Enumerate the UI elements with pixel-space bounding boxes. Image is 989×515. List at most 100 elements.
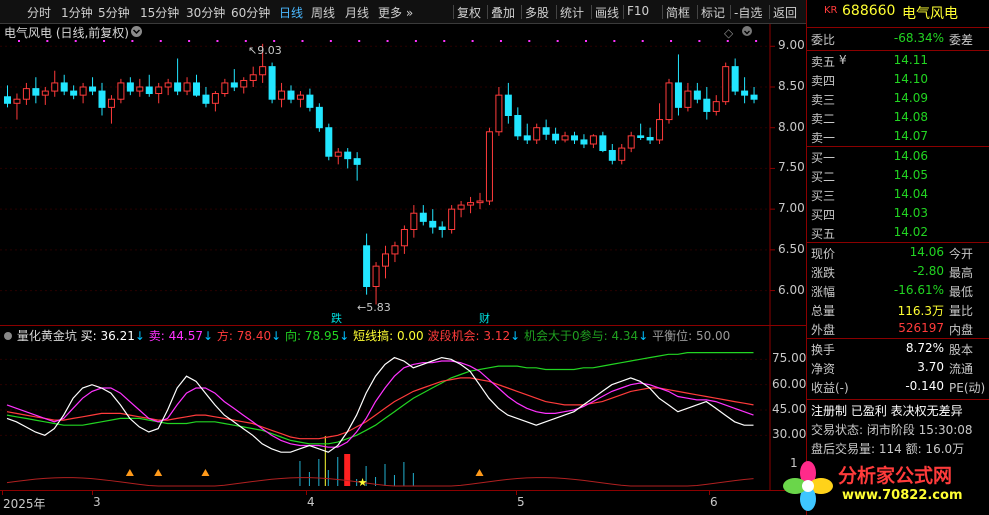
candle-body: [589, 135, 597, 145]
candle-body: [136, 86, 144, 92]
period-tab-4[interactable]: 30分钟: [186, 4, 225, 21]
candle-body: [164, 82, 172, 88]
sell-line: [6, 360, 754, 448]
candle-body: [457, 204, 465, 210]
stat-row: 外盘 526197 内盘: [811, 321, 974, 337]
signal-dot: [329, 40, 332, 42]
ind-short: 短线搞: 0.00: [353, 329, 424, 343]
signal-dot: [613, 40, 616, 42]
toolbar-action-9[interactable]: 返回: [773, 4, 797, 21]
ask-row: 卖四 14.10: [811, 72, 928, 88]
candle-body: [278, 90, 286, 100]
candle-body: [334, 151, 342, 157]
time-tick-label: 2025年: [3, 497, 46, 511]
market-tag: KR: [824, 5, 838, 16]
candle-body: [70, 90, 78, 96]
signal-dot: [301, 40, 304, 42]
toolbar-action-3[interactable]: 统计: [560, 4, 584, 21]
period-tab-1[interactable]: 1分钟: [61, 4, 93, 21]
ask-row: 卖五 ¥14.11: [811, 53, 928, 69]
logo-text: 分析家公式网: [838, 465, 953, 487]
event-marker-cai[interactable]: 财: [479, 310, 490, 326]
period-tab-9[interactable]: 更多 »: [378, 4, 413, 21]
period-tab-3[interactable]: 15分钟: [140, 4, 179, 21]
candle-body: [51, 82, 59, 92]
period-tab-0[interactable]: 分时: [27, 4, 51, 21]
candle-body: [448, 208, 456, 230]
period-tab-7[interactable]: 周线: [311, 4, 335, 21]
candle-body: [211, 93, 219, 104]
low-price-label: ←5.83: [357, 301, 391, 314]
stock-header: KR 688660 电气风电: [807, 3, 989, 22]
candle-body: [126, 82, 134, 92]
toolbar-action-2[interactable]: 多股: [525, 4, 549, 21]
toolbar-action-0[interactable]: 复权: [457, 4, 481, 21]
ask-row: 卖一 14.07: [811, 129, 928, 145]
chevron-down-icon[interactable]: [130, 25, 143, 41]
candle-body: [750, 94, 758, 100]
stock-code: 688660: [842, 3, 896, 19]
candle-body: [98, 90, 106, 108]
star-marker: ★: [358, 476, 368, 489]
candle-body: [249, 74, 257, 81]
logo-url: www.70822.com: [842, 488, 963, 503]
candle-body: [230, 82, 238, 88]
candle-body: [485, 131, 493, 202]
ind-sell: 卖: 44.57: [148, 329, 203, 343]
candle-body: [646, 136, 654, 141]
toolbar-action-4[interactable]: 画线: [595, 4, 619, 21]
main-price-chart[interactable]: 电气风电 (日线,前复权) ◇ ↖9.03 ←5.83 跌 财 9.00 8.50…: [0, 24, 806, 325]
signal-dot: [244, 40, 247, 42]
candle-body: [344, 151, 352, 160]
indicator-tick-label: 45.00: [772, 402, 807, 416]
toolbar-action-1[interactable]: 叠加: [491, 4, 515, 21]
period-tab-5[interactable]: 60分钟: [231, 4, 270, 21]
weibi-value: -68.34%: [893, 31, 944, 45]
signal-dot: [358, 40, 361, 42]
candle-body: [240, 79, 248, 88]
indicator-panel[interactable]: ★ 量化黄金坑 买: 36.21↓ 卖: 44.57↓ 方: 78.40↓ 向:…: [0, 325, 807, 491]
toolbar-action-6[interactable]: 简框: [666, 4, 690, 21]
candle-body: [429, 220, 437, 228]
candle-body: [618, 147, 626, 161]
candle-body: [627, 135, 635, 149]
toolbar-action-8[interactable]: -自选: [734, 4, 762, 21]
fang-line: [6, 377, 754, 440]
candle-body: [391, 245, 399, 255]
candle-body: [363, 245, 371, 288]
event-marker-die[interactable]: 跌: [331, 310, 342, 326]
candle-body: [107, 98, 115, 108]
price-tick-label: 6.50: [778, 241, 805, 256]
trade-status: 交易状态: 闭市阶段 15:30:08: [811, 423, 973, 437]
candle-body: [722, 66, 730, 103]
time-axis: 2025年 3 4 5 6: [0, 490, 806, 515]
candle-body: [117, 82, 125, 100]
period-tab-6[interactable]: 日线: [279, 4, 303, 21]
stat-row: 现价 14.06 今开: [811, 245, 974, 261]
signal-dot: [216, 40, 219, 42]
bid-row: 买二 14.05: [811, 168, 928, 184]
price-tick-label: 8.00: [778, 119, 805, 134]
diamond-icon[interactable]: ◇: [724, 26, 733, 40]
candle-body: [155, 86, 163, 95]
signal-dot: [499, 40, 502, 42]
candle-body: [296, 94, 304, 100]
signal-dot: [755, 40, 758, 42]
signal-triangle: [201, 469, 210, 476]
toolbar-action-5[interactable]: F10: [627, 4, 649, 18]
baseline-curve: [6, 477, 754, 487]
signal-dot: [698, 40, 701, 42]
chart-title: 电气风电 (日线,前复权): [4, 26, 129, 40]
price-tick-label: 7.00: [778, 201, 805, 216]
bid-row: 买五 14.02: [811, 225, 928, 241]
settings-icon[interactable]: [741, 25, 753, 40]
period-tab-8[interactable]: 月线: [345, 4, 369, 21]
candle-body: [552, 133, 560, 141]
signal-dot: [670, 40, 673, 42]
period-tab-2[interactable]: 5分钟: [98, 4, 130, 21]
ind-balance: 平衡位: 50.00: [652, 329, 731, 343]
toolbar-action-7[interactable]: 标记: [701, 4, 725, 21]
candle-body: [221, 82, 229, 95]
period-toolbar: 分时 1分钟 5分钟 15分钟 30分钟 60分钟 日线 周线 月线 更多 » 复权 叠加 多股 统计 画线…: [0, 0, 806, 24]
candle-body: [571, 135, 578, 141]
